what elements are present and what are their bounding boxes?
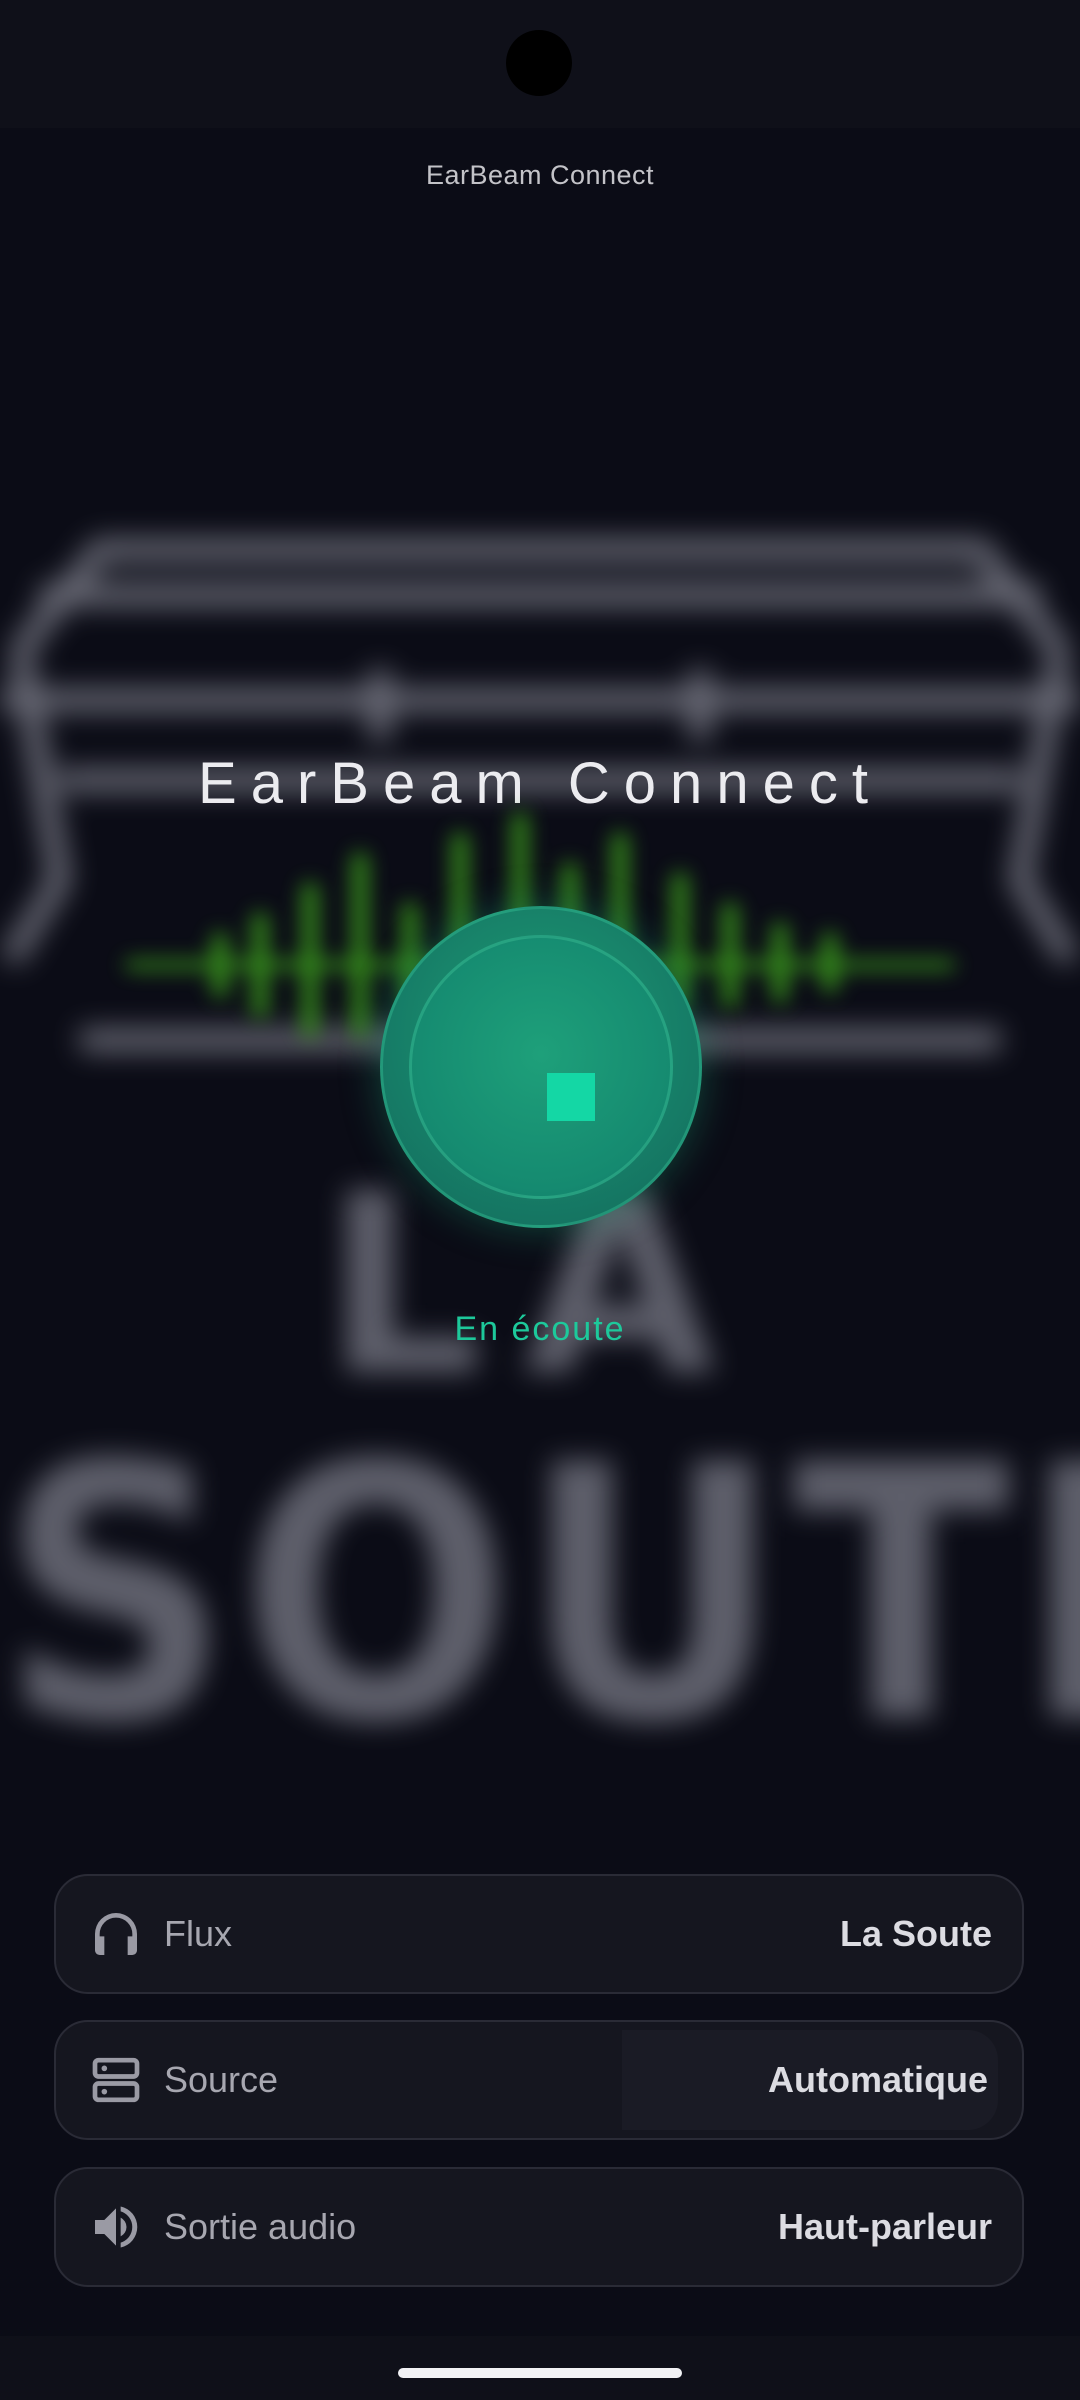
status-bar — [0, 0, 1080, 128]
audio-output-value: Haut-parleur — [777, 2206, 992, 2247]
app-bar-title: EarBeam Connect — [425, 160, 655, 190]
stop-button[interactable] — [380, 906, 702, 1228]
speaker-icon — [88, 2199, 144, 2255]
source-label: Source — [164, 2059, 279, 2100]
source-value: Automatique — [768, 2059, 988, 2100]
audio-output-selector[interactable]: Sortie audio Haut-parleur — [54, 2167, 1024, 2287]
server-icon — [88, 2052, 144, 2108]
source-selector[interactable]: Source Automatique — [54, 2020, 1024, 2140]
background-logo-line2: SOUTE — [0, 1391, 1080, 1801]
stream-selector[interactable]: Flux La Soute — [54, 1874, 1024, 1994]
stop-icon — [547, 1073, 595, 1121]
stream-value: La Soute — [839, 1913, 992, 1954]
home-indicator[interactable] — [398, 2368, 682, 2378]
app-screen: EarBeam Connect LA SOUTE EarBeam Connect — [0, 0, 1080, 2400]
stop-button-inner — [409, 935, 673, 1199]
stream-label: Flux — [164, 1913, 233, 1954]
headphones-icon — [88, 1906, 144, 1962]
audio-output-label: Sortie audio — [164, 2206, 357, 2247]
front-camera — [506, 30, 572, 96]
playback-status: En écoute — [454, 1310, 626, 1348]
